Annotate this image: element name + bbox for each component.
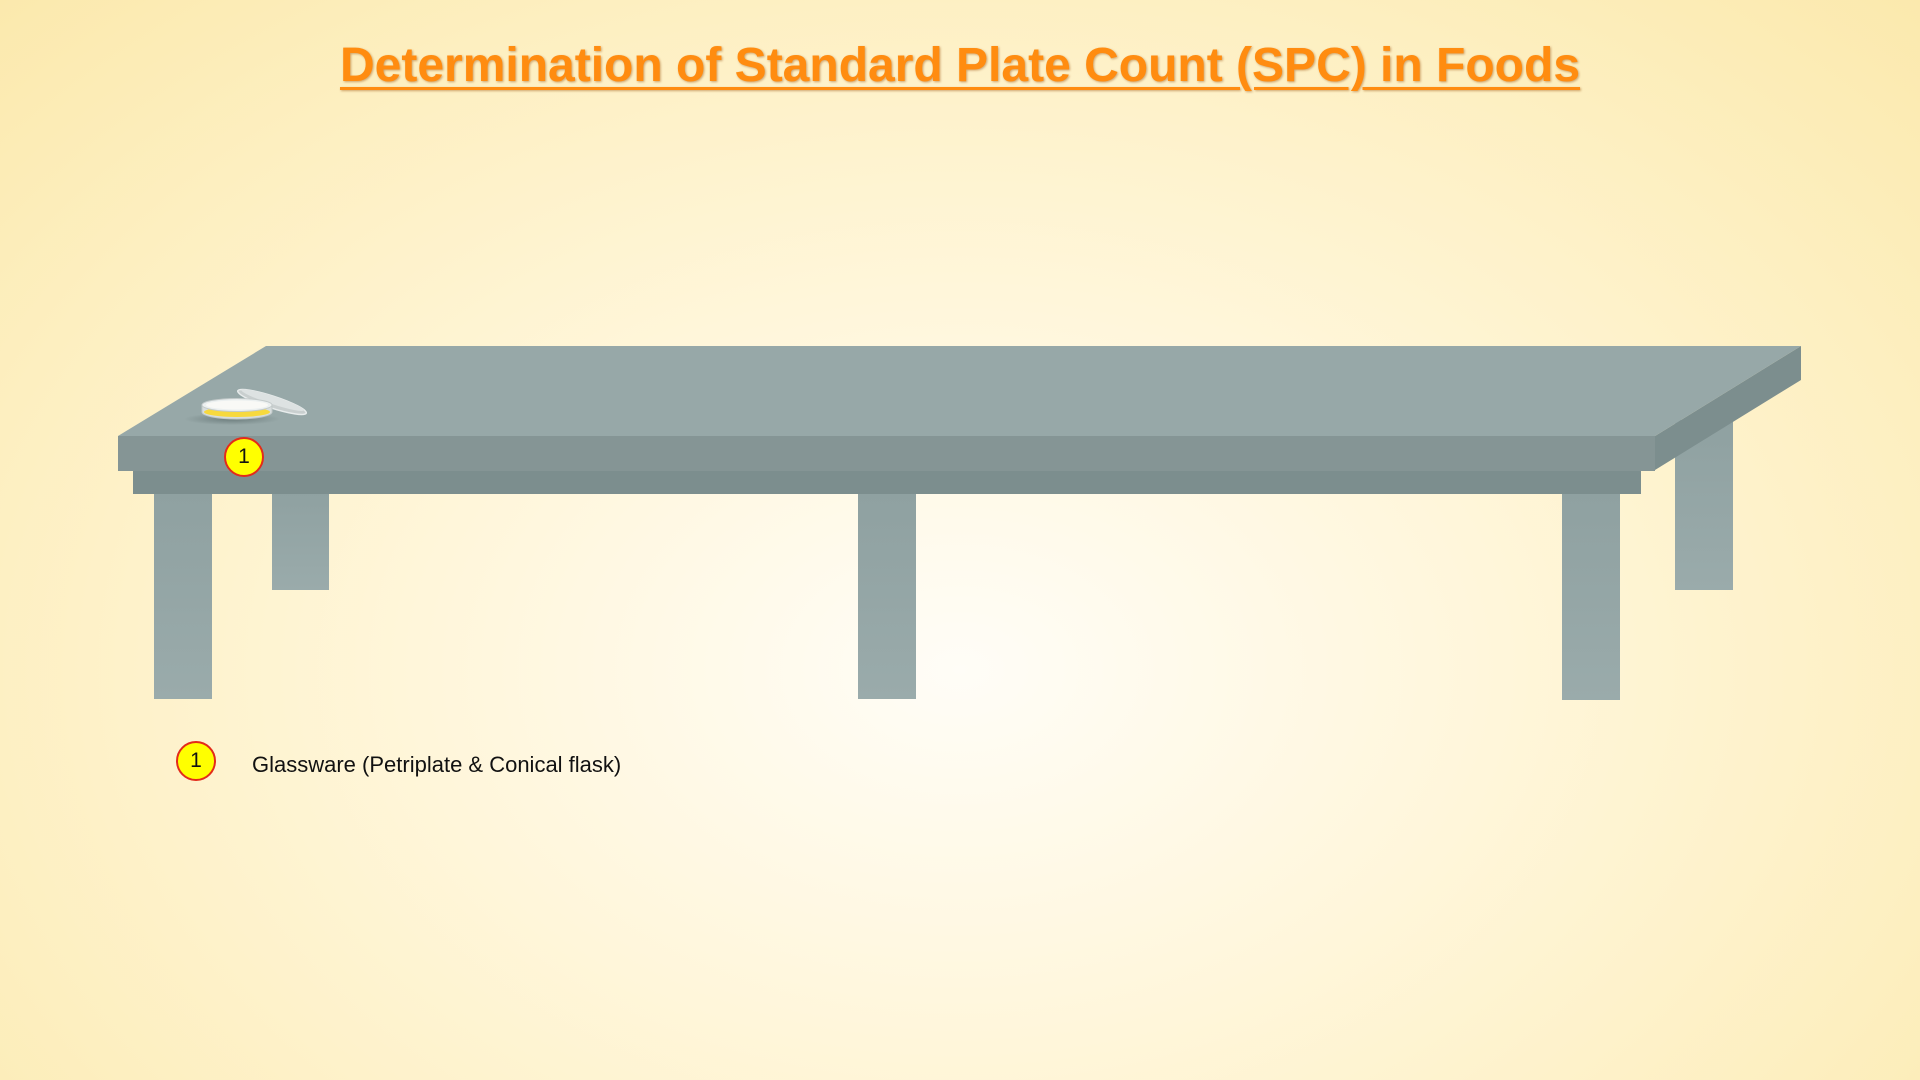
legend-number-badge[interactable]: 1 [176, 741, 216, 781]
callout-badge-glassware[interactable]: 1 [224, 437, 264, 477]
table-front-edge [118, 436, 1655, 471]
table-leg-back-left [272, 492, 329, 590]
table-leg-front-left [154, 494, 212, 699]
table-leg-front-middle [858, 494, 916, 699]
lab-bench-scene [118, 346, 1801, 700]
table-leg-front-right [1562, 494, 1620, 700]
legend-label: Glassware (Petriplate & Conical flask) [252, 752, 622, 777]
legend-item: 1 Glassware (Petriplate & Conical flask) [176, 741, 621, 781]
table-top [118, 346, 1801, 436]
table-apron [133, 471, 1641, 494]
